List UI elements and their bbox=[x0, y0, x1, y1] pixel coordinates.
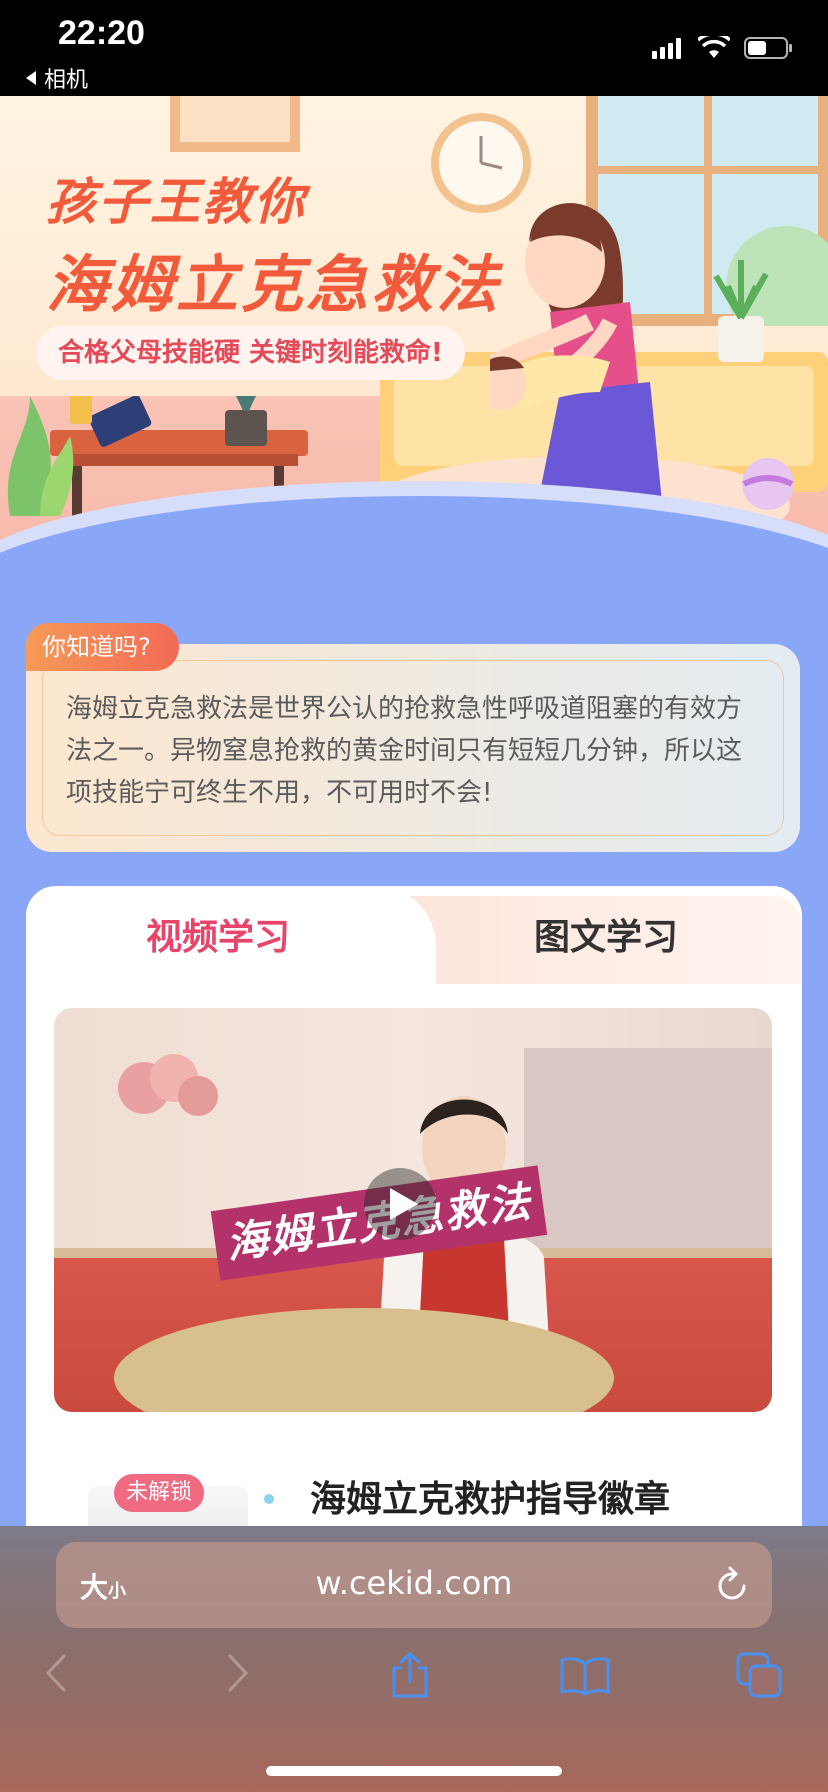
plant-illustration bbox=[7, 396, 74, 516]
nav-back-icon[interactable] bbox=[44, 1652, 68, 1694]
back-to-app-label: 相机 bbox=[44, 68, 89, 93]
tabs-icon[interactable] bbox=[736, 1652, 784, 1698]
video-flowers bbox=[118, 1054, 218, 1116]
play-icon bbox=[390, 1188, 418, 1220]
status-bar: 22:20 相机 bbox=[0, 0, 828, 96]
address-bar[interactable]: 大小 w.cekid.com bbox=[56, 1542, 772, 1628]
badge-row[interactable]: 未解锁 海姆立克救护指导徽章 bbox=[52, 1446, 802, 1526]
home-indicator[interactable] bbox=[266, 1766, 562, 1776]
info-tag: 你知道吗? bbox=[26, 623, 179, 671]
signal-icon bbox=[652, 38, 681, 59]
decor-dot bbox=[264, 1494, 274, 1504]
hero-banner: 孩子王教你 海姆立克急救法 合格父母技能硬 关键时刻能救命! bbox=[0, 96, 828, 596]
badge-title: 海姆立克救护指导徽章 bbox=[310, 1479, 671, 1520]
reload-icon[interactable] bbox=[714, 1564, 750, 1604]
learning-card: 视频学习 图文学习 海姆立克急救法 未解锁 海姆立克救护指导徽章 bbox=[26, 886, 802, 1526]
back-to-app-button[interactable]: 相机 bbox=[24, 62, 88, 94]
nav-forward-icon[interactable] bbox=[226, 1652, 250, 1694]
bookmarks-icon[interactable] bbox=[560, 1656, 610, 1696]
play-button[interactable] bbox=[364, 1168, 436, 1240]
web-page[interactable]: 孩子王教你 海姆立克急救法 合格父母技能硬 关键时刻能救命! 你知道吗? 海姆立… bbox=[0, 96, 828, 1526]
video-player[interactable]: 海姆立克急救法 bbox=[54, 1008, 772, 1412]
tab-video-learning[interactable]: 视频学习 bbox=[146, 908, 290, 960]
hero-title-line2: 海姆立克急救法 bbox=[46, 248, 502, 321]
battery-icon bbox=[744, 37, 792, 59]
wifi-icon bbox=[698, 36, 730, 58]
frame-illustration bbox=[170, 96, 300, 152]
status-time: 22:20 bbox=[58, 14, 145, 52]
url-text[interactable]: w.cekid.com bbox=[56, 1564, 772, 1602]
badge-status: 未解锁 bbox=[114, 1474, 205, 1512]
info-text: 海姆立克急救法是世界公认的抢救急性呼吸道阻塞的有效方法之一。异物窒息抢救的黄金时… bbox=[66, 694, 743, 808]
hero-title-line1: 孩子王教你 bbox=[46, 173, 306, 231]
share-icon[interactable] bbox=[390, 1652, 430, 1698]
status-icons bbox=[652, 36, 794, 60]
ball-illustration bbox=[742, 458, 794, 510]
tab-image-learning[interactable]: 图文学习 bbox=[534, 908, 678, 960]
hero-subtitle: 合格父母技能硬 关键时刻能救命! bbox=[36, 326, 465, 380]
back-arrow-icon bbox=[26, 71, 36, 85]
